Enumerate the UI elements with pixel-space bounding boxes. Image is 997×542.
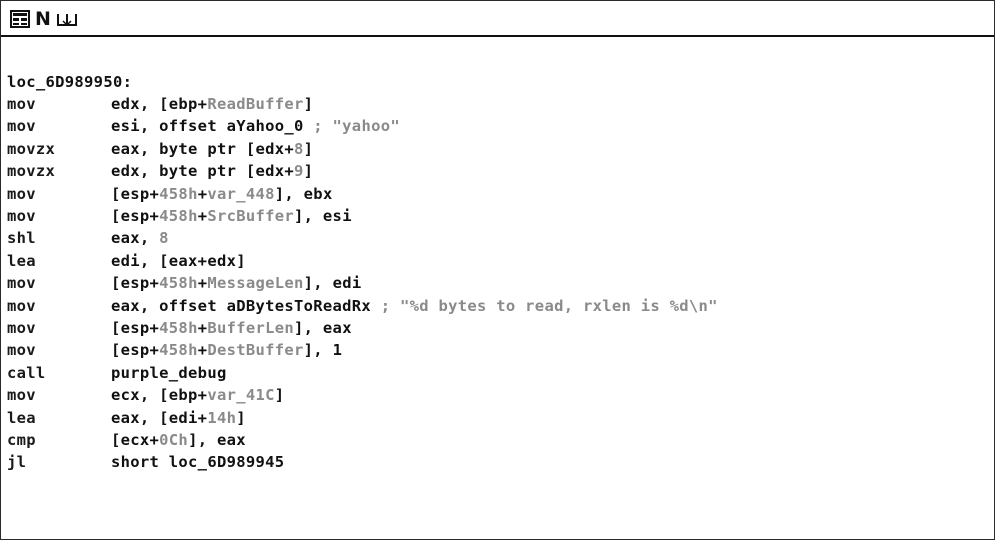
operand-symbol: 458h (159, 319, 198, 337)
operands: purple_debug (111, 364, 227, 382)
operand-text: ecx, [ebp+ (111, 386, 208, 405)
operand-text: eax, offset aDBytesToReadRx (111, 296, 381, 315)
mnemonic: mov (7, 117, 36, 136)
operand-symbol: ; "yahoo" (313, 117, 400, 136)
operand-text: purple_debug (111, 363, 227, 382)
operand-text: + (197, 184, 208, 203)
operand-text: short loc_6D989945 (111, 453, 285, 472)
operands: edi, [eax+edx] (111, 252, 246, 270)
operand-text: ], 1 (303, 341, 343, 360)
mnemonic: call (7, 363, 46, 382)
operands: edx, [ebp+ReadBuffer] (111, 95, 313, 113)
operand-text: [ecx+ (111, 431, 160, 449)
operand-symbol: 8 (159, 229, 169, 248)
operand-text: eax, (111, 229, 160, 248)
operand-symbol: ; "%d bytes to read, rxlen is %d\n" (380, 296, 718, 315)
mnemonic: mov (7, 274, 36, 293)
operands: eax, offset aDBytesToReadRx ; "%d bytes … (111, 297, 718, 315)
operands: [ecx+0Ch], eax (111, 431, 246, 449)
mnemonic: shl (7, 229, 36, 248)
mnemonic: lea (7, 408, 36, 427)
operand-text: ], ebx (274, 184, 333, 203)
operands: short loc_6D989945 (111, 453, 284, 471)
operand-text: ] (303, 162, 314, 181)
graph-node-toolbar: N (1, 1, 994, 37)
mnemonic: mov (7, 95, 36, 113)
operand-symbol: BufferLen (207, 319, 295, 337)
operands: esi, offset aYahoo_0 ; "yahoo" (111, 117, 400, 135)
operand-text: eax, byte ptr [edx+ (111, 139, 295, 158)
operands: [esp+458h+BufferLen], eax (111, 319, 352, 337)
operand-symbol: 458h (159, 184, 198, 203)
operand-symbol: SrcBuffer (207, 207, 295, 225)
operand-text: + (197, 207, 208, 225)
operand-text: edi, [eax+edx] (111, 251, 246, 270)
disassembly-window: N loc_6D989950: mov edx, [ebp+ReadBuffer]… (0, 0, 995, 540)
operand-text: + (197, 274, 208, 293)
operand-symbol: 0Ch (159, 431, 189, 449)
operand-text: [esp+ (111, 319, 160, 337)
operand-text: ], edi (303, 274, 362, 293)
operands: eax, 8 (111, 229, 169, 247)
mnemonic: mov (7, 207, 36, 225)
operand-text: + (197, 341, 208, 360)
mnemonic: movzx (7, 139, 56, 158)
operand-text: [esp+ (111, 184, 160, 203)
mnemonic: mov (7, 386, 36, 405)
operand-text: ], eax (188, 431, 246, 449)
operands: eax, byte ptr [edx+8] (111, 140, 313, 158)
operand-symbol: 9 (294, 162, 304, 181)
operand-text: eax, [edi+ (111, 408, 208, 427)
operands: [esp+458h+var_448], ebx (111, 185, 333, 203)
operands: [esp+458h+SrcBuffer], esi (111, 207, 352, 225)
operand-text: ] (303, 139, 314, 158)
tree-view-icon[interactable] (56, 9, 78, 29)
mnemonic: jl (7, 453, 27, 472)
operands: eax, [edi+14h] (111, 409, 246, 427)
operand-symbol: var_448 (207, 184, 275, 203)
operand-text: edx, [ebp+ (111, 95, 208, 113)
operand-text: ] (303, 95, 314, 113)
operand-text: ], eax (294, 319, 352, 337)
operand-text: edx, byte ptr [edx+ (111, 162, 295, 181)
operand-text: + (197, 319, 208, 337)
graph-view-icon[interactable] (9, 9, 31, 29)
operands: [esp+458h+DestBuffer], 1 (111, 341, 342, 359)
operand-symbol: 8 (294, 139, 304, 158)
operand-symbol: MessageLen (207, 274, 304, 293)
operand-symbol: var_41C (207, 386, 275, 405)
operand-symbol: 458h (159, 341, 198, 360)
operand-symbol: 458h (159, 274, 198, 293)
operand-symbol: DestBuffer (207, 341, 304, 360)
mnemonic: lea (7, 251, 36, 270)
operand-symbol: 14h (207, 408, 237, 427)
mnemonic: mov (7, 184, 36, 203)
mnemonic: mov (7, 296, 36, 315)
operands: ecx, [ebp+var_41C] (111, 386, 284, 404)
operand-text: [esp+ (111, 274, 160, 293)
mnemonic: movzx (7, 162, 56, 181)
operand-symbol: ReadBuffer (207, 95, 304, 113)
location-label: loc_6D989950: (7, 73, 133, 91)
operand-text: esi, offset aYahoo_0 (111, 117, 314, 136)
operand-text: [esp+ (111, 341, 160, 360)
operand-text: ] (274, 386, 285, 405)
operands: edx, byte ptr [edx+9] (111, 162, 313, 180)
operand-text: [esp+ (111, 207, 160, 225)
mnemonic: mov (7, 319, 36, 337)
operand-text: ] (236, 408, 246, 427)
mnemonic: mov (7, 341, 36, 360)
mnemonic: cmp (7, 431, 36, 449)
n-button[interactable]: N (35, 8, 51, 30)
operands: [esp+458h+MessageLen], edi (111, 274, 361, 292)
operand-symbol: 458h (159, 207, 198, 225)
operand-text: ], esi (294, 207, 352, 225)
